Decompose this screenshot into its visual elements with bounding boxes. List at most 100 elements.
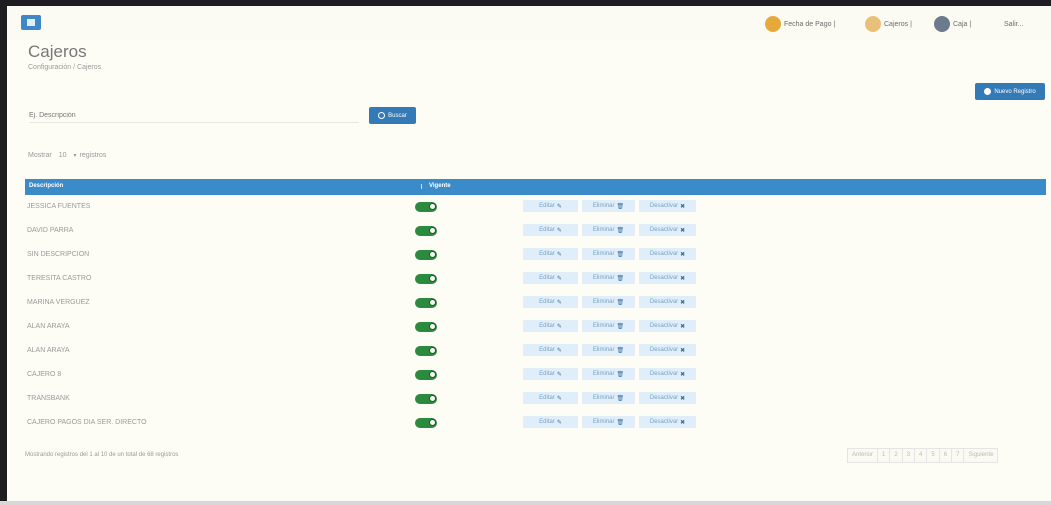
deactivate-button-label: Desactivar [649,395,679,401]
edit-button[interactable]: Editar ✎ [523,224,578,236]
topbar-item-salir[interactable]: Salir... [1004,14,1023,34]
delete-button[interactable]: Eliminar 🗑 [582,416,635,428]
vigente-toggle[interactable] [415,274,437,284]
deactivate-button[interactable]: Desactivar ✖ [639,392,696,404]
row-description: JESSICA FUENTES [27,203,91,210]
vigente-toggle[interactable] [415,250,437,260]
deactivate-button-label: Desactivar [649,275,679,281]
deactivate-button-label: Desactivar [649,323,679,329]
pager-page[interactable]: 3 [903,449,916,462]
table-row: ALAN ARAYA Editar ✎ Eliminar 🗑 Desactivar ✖ [25,340,1046,363]
menu-toggle-button[interactable] [21,15,41,30]
trash-icon: 🗑 [616,227,625,234]
pager-page[interactable]: 2 [890,449,903,462]
edit-button[interactable]: Editar ✎ [523,392,578,404]
vigente-toggle[interactable] [415,202,437,212]
deactivate-button[interactable]: Desactivar ✖ [639,416,696,428]
trash-icon: 🗑 [616,275,625,282]
deactivate-button[interactable]: Desactivar ✖ [639,296,696,308]
row-description: ALAN ARAYA [27,323,70,330]
edit-button[interactable]: Editar ✎ [523,368,578,380]
deactivate-button[interactable]: Desactivar ✖ [639,200,696,212]
column-header-vigente[interactable]: Vigente [429,183,451,189]
delete-button[interactable]: Eliminar 🗑 [582,224,635,236]
pager-page[interactable]: 7 [952,449,965,462]
delete-button[interactable]: Eliminar 🗑 [582,296,635,308]
coin-icon [765,16,781,32]
window-frame-left [0,0,7,505]
pager-page[interactable]: 5 [927,449,940,462]
close-icon: ✖ [680,227,686,234]
deactivate-button-label: Desactivar [649,203,679,209]
pager-page[interactable]: 6 [940,449,953,462]
pagination: Anterior 1 2 3 4 5 6 7 Siguiente [847,448,999,463]
deactivate-button[interactable]: Desactivar ✖ [639,368,696,380]
delete-button[interactable]: Eliminar 🗑 [582,368,635,380]
delete-button-label: Eliminar [592,227,615,233]
search-input[interactable] [29,108,359,123]
edit-button[interactable]: Editar ✎ [523,200,578,212]
vigente-toggle[interactable] [415,346,437,356]
trash-icon: 🗑 [616,323,625,330]
delete-button[interactable]: Eliminar 🗑 [582,248,635,260]
delete-button[interactable]: Eliminar 🗑 [582,392,635,404]
pager-next[interactable]: Siguiente [964,449,997,462]
vigente-toggle[interactable] [415,394,437,404]
delete-button[interactable]: Eliminar 🗑 [582,272,635,284]
edit-button-label: Editar [539,371,555,377]
vigente-toggle[interactable] [415,418,437,428]
pager-page[interactable]: 1 [878,449,891,462]
new-record-label: Nuevo Registro [994,88,1036,95]
pencil-icon: ✎ [556,395,562,402]
trash-icon: 🗑 [616,371,625,378]
vigente-toggle[interactable] [415,298,437,308]
topbar-item-label: Salir... [1004,20,1024,28]
edit-button[interactable]: Editar ✎ [523,416,578,428]
vigente-toggle[interactable] [415,370,437,380]
close-icon: ✖ [680,395,686,402]
search-button[interactable]: Buscar [369,107,416,124]
edit-button[interactable]: Editar ✎ [523,344,578,356]
delete-button-label: Eliminar [592,275,615,281]
deactivate-button[interactable]: Desactivar ✖ [639,248,696,260]
vigente-toggle[interactable] [415,322,437,332]
trash-icon: 🗑 [616,347,625,354]
edit-button[interactable]: Editar ✎ [523,248,578,260]
edit-button-label: Editar [539,299,555,305]
sort-icon [421,184,427,189]
topbar-item-caja[interactable]: Caja | [934,14,971,34]
vigente-toggle[interactable] [415,226,437,236]
trash-icon: 🗑 [616,395,625,402]
deactivate-button[interactable]: Desactivar ✖ [639,344,696,356]
edit-button-label: Editar [539,251,555,257]
plus-icon [984,88,992,95]
pager-previous[interactable]: Anterior [848,449,879,462]
pager-page[interactable]: 4 [915,449,928,462]
table-info: Mostrando registros del 1 al 10 de un to… [25,452,179,458]
deactivate-button-label: Desactivar [649,347,679,353]
new-record-button[interactable]: Nuevo Registro [975,83,1045,100]
close-icon: ✖ [680,299,686,306]
deactivate-button[interactable]: Desactivar ✖ [639,320,696,332]
deactivate-button[interactable]: Desactivar ✖ [639,224,696,236]
breadcrumb: Configuración / Cajeros [28,64,102,71]
entries-select[interactable]: 10 [59,152,67,159]
delete-button-label: Eliminar [592,203,615,209]
column-header-descripcion[interactable]: Descripción [29,183,63,189]
delete-button[interactable]: Eliminar 🗑 [582,320,635,332]
deactivate-button[interactable]: Desactivar ✖ [639,272,696,284]
delete-button-label: Eliminar [592,371,615,377]
topbar-item-label: Caja | [953,20,972,28]
edit-button[interactable]: Editar ✎ [523,272,578,284]
delete-button[interactable]: Eliminar 🗑 [582,200,635,212]
topbar-item-cajeros[interactable]: Cajeros | [865,14,912,34]
delete-button[interactable]: Eliminar 🗑 [582,344,635,356]
topbar-item-label: Fecha de Pago | [784,20,836,28]
delete-button-label: Eliminar [592,395,615,401]
edit-button[interactable]: Editar ✎ [523,296,578,308]
delete-button-label: Eliminar [592,419,615,425]
topbar-item-label: Cajeros | [884,20,912,28]
topbar-item-fecha-pago[interactable]: Fecha de Pago | [765,14,835,34]
edit-button[interactable]: Editar ✎ [523,320,578,332]
table-row: JESSICA FUENTES Editar ✎ Eliminar 🗑 Desactiva… [25,196,1046,219]
